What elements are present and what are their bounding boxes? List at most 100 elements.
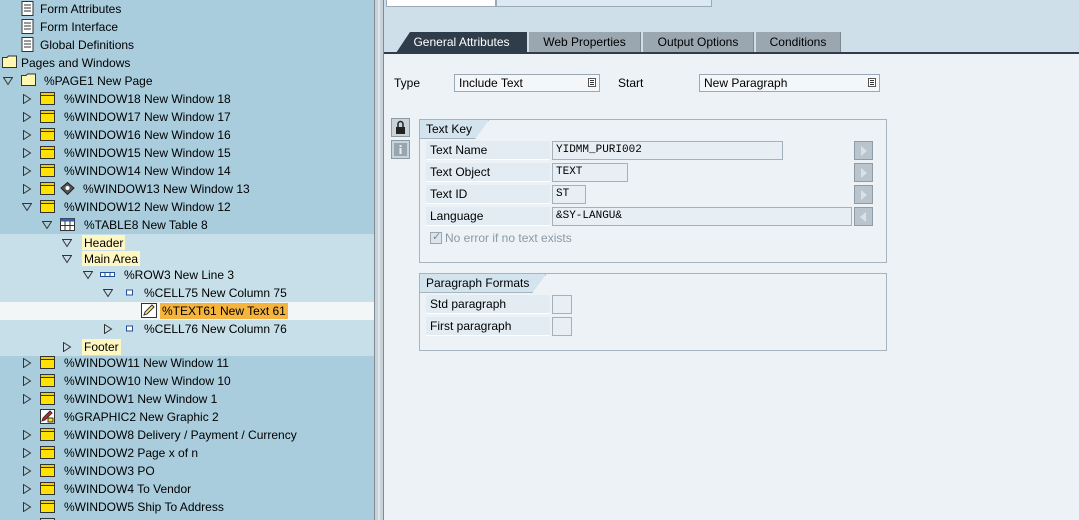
text-id-nav-button[interactable] [854,185,873,204]
language-nav-button[interactable] [854,207,873,226]
folder-icon [21,73,36,86]
chevron-right-icon[interactable] [22,358,32,368]
tree-item-window1[interactable]: %WINDOW1 New Window 1 [0,390,374,408]
splitter-grip [378,0,380,520]
chevron-right-icon[interactable] [22,430,32,440]
tree-item-label: %WINDOW5 Ship To Address [64,500,224,514]
chevron-right-icon[interactable] [22,484,32,494]
cell-icon [126,289,133,296]
text-edit-icon [141,303,157,318]
header-field[interactable] [386,0,496,7]
chevron-right-icon[interactable] [22,448,32,458]
text-name-input[interactable]: YIDMM_PURI002 [552,141,783,160]
tree-item-window10[interactable]: %WINDOW10 New Window 10 [0,372,374,390]
start-value: New Paragraph [704,76,788,90]
paragraph-formats-group: Paragraph Formats Std paragraph First pa… [419,273,887,351]
navigation-tree: Form Attributes Form Interface Global De… [0,0,374,520]
text-object-input[interactable]: TEXT [552,163,628,182]
tree-item-window14[interactable]: %WINDOW14 New Window 14 [0,162,374,180]
tree-item-graphic2[interactable]: %GRAPHIC2 New Graphic 2 [0,408,374,426]
window-icon [40,428,55,441]
chevron-right-icon[interactable] [22,376,32,386]
tree-item-pages-and-windows[interactable]: Pages and Windows [0,54,374,72]
tree-item-cell75[interactable]: %CELL75 New Column 75 [0,284,374,302]
chevron-right-icon[interactable] [22,94,32,104]
tree-item-window17[interactable]: %WINDOW17 New Window 17 [0,108,374,126]
first-paragraph-label: First paragraph [426,317,550,336]
folder-icon [2,55,17,68]
text-object-label: Text Object [426,163,550,182]
tree-item-page1[interactable]: %PAGE1 New Page [0,72,374,90]
chevron-right-icon[interactable] [22,166,32,176]
chevron-down-icon[interactable] [83,270,93,280]
lock-icon [396,120,405,134]
tab-output-options[interactable]: Output Options [643,32,754,53]
tree-item-window13[interactable]: %WINDOW13 New Window 13 [0,180,374,198]
type-select[interactable]: Include Text [454,74,600,92]
tree-item-window16[interactable]: %WINDOW16 New Window 16 [0,126,374,144]
tree-item-label: %GRAPHIC2 New Graphic 2 [64,410,219,424]
chevron-right-icon[interactable] [22,394,32,404]
type-label: Type [394,76,421,90]
window-icon [40,182,55,195]
tab-general-attributes[interactable]: General Attributes [396,32,527,53]
chevron-right-icon[interactable] [62,342,72,352]
tree-item-window2[interactable]: %WINDOW2 Page x of n [0,444,374,462]
chevron-right-icon[interactable] [22,466,32,476]
tree-item-label: %WINDOW1 New Window 1 [64,392,218,406]
first-paragraph-input[interactable] [552,317,572,336]
tree-item-row3[interactable]: %ROW3 New Line 3 [0,266,374,284]
std-paragraph-input[interactable] [552,295,572,314]
graphic-icon [40,409,55,424]
tree-item-cell76[interactable]: %CELL76 New Column 76 [0,320,374,338]
no-error-checkbox[interactable] [430,230,442,244]
chevron-down-icon[interactable] [103,288,113,298]
lock-button[interactable] [391,118,410,137]
tree-item-table8[interactable]: %TABLE8 New Table 8 [0,216,374,234]
tree-item-window12[interactable]: %WINDOW12 New Window 12 [0,198,374,216]
pane-splitter[interactable] [374,0,384,520]
language-input[interactable]: &SY-LANGU& [552,207,852,226]
arrow-left-icon [860,212,866,222]
chevron-right-icon[interactable] [22,130,32,140]
text-name-nav-button[interactable] [854,141,873,160]
chevron-down-icon[interactable] [42,220,52,230]
dropdown-icon[interactable] [868,78,876,87]
tree-item-form-attributes[interactable]: Form Attributes [0,0,374,18]
text-id-label: Text ID [426,185,550,204]
tree-item-text61[interactable]: %TEXT61 New Text 61 [0,302,374,320]
tab-conditions[interactable]: Conditions [756,32,841,53]
tree-item-form-interface[interactable]: Form Interface [0,18,374,36]
tree-item-label: %TABLE8 New Table 8 [84,218,208,232]
dropdown-icon[interactable] [588,78,596,87]
chevron-right-icon[interactable] [22,148,32,158]
tree-item-window8[interactable]: %WINDOW8 Delivery / Payment / Currency [0,426,374,444]
start-select[interactable]: New Paragraph [699,74,880,92]
chevron-down-icon[interactable] [22,202,32,212]
tree-item-label: Main Area [82,251,141,267]
text-id-input[interactable]: ST [552,185,586,204]
chevron-right-icon[interactable] [22,112,32,122]
tree-item-label: %WINDOW13 New Window 13 [83,182,250,196]
tree-item-window3[interactable]: %WINDOW3 PO [0,462,374,480]
tree-item-window11[interactable]: %WINDOW11 New Window 11 [0,354,374,372]
text-name-label: Text Name [426,141,550,160]
info-icon [394,143,407,156]
chevron-down-icon[interactable] [62,238,72,248]
chevron-right-icon[interactable] [103,324,113,334]
chevron-right-icon[interactable] [22,184,32,194]
tree-item-window5[interactable]: %WINDOW5 Ship To Address [0,498,374,516]
tree-item-window15[interactable]: %WINDOW15 New Window 15 [0,144,374,162]
chevron-down-icon[interactable] [62,254,72,264]
attributes-pane: General Attributes Web Properties Output… [384,0,1079,520]
tree-item-window4[interactable]: %WINDOW4 To Vendor [0,480,374,498]
tree-item-label: %WINDOW3 PO [64,464,155,478]
tab-web-properties[interactable]: Web Properties [529,32,641,53]
info-button[interactable] [391,140,410,159]
chevron-down-icon[interactable] [3,76,13,86]
tree-item-global-definitions[interactable]: Global Definitions [0,36,374,54]
chevron-right-icon[interactable] [22,502,32,512]
text-object-nav-button[interactable] [854,163,873,182]
tree-item-window18[interactable]: %WINDOW18 New Window 18 [0,90,374,108]
window-icon [40,92,55,105]
